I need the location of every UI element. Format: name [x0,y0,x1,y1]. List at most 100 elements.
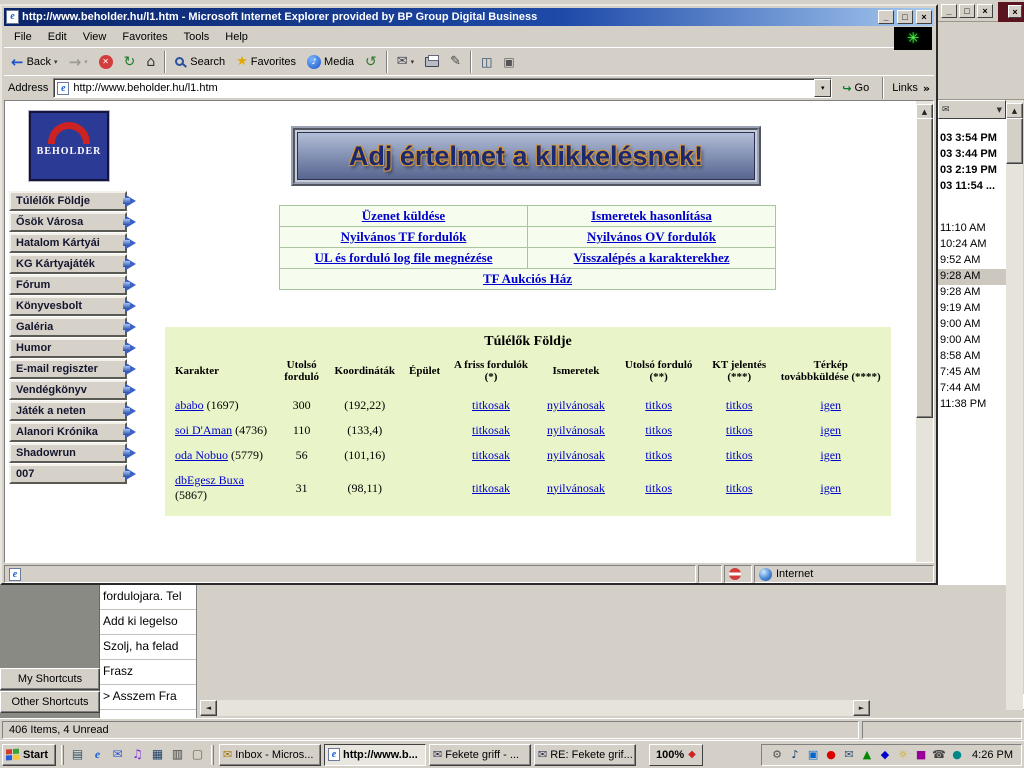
last-turn-link[interactable]: titkos [645,398,672,412]
map-forward-link[interactable]: igen [820,398,841,412]
history-button[interactable]: ↺ [360,52,382,72]
mail-row-time[interactable]: 11:38 PM [938,397,1006,413]
mail-close-button[interactable]: × [977,4,993,18]
menu-file[interactable]: File [6,29,40,45]
sidebar-item-hatalom-kartyai[interactable]: Hatalom Kártyái [9,233,127,253]
media-player-icon[interactable]: ♫ [129,746,146,763]
last-turn-link[interactable]: titkos [645,423,672,437]
sidebar-item-alanori-kronika[interactable]: Alanori Krónika [9,422,127,442]
minimize-button[interactable]: _ [878,10,894,24]
beholder-logo[interactable]: BEHOLDER [29,111,109,181]
outlook-quicklaunch-icon[interactable]: ✉ [109,746,126,763]
menu-tools[interactable]: Tools [176,29,218,45]
go-button[interactable]: ↪ Go [837,80,874,97]
knowledge-link[interactable]: nyilvánosak [547,481,605,495]
settings-tray-icon[interactable]: ⚙ [770,748,784,762]
mail-row-time[interactable]: 7:44 AM [938,381,1006,397]
sidebar-item-forum[interactable]: Fórum [9,275,127,295]
print-button[interactable] [420,55,444,69]
display-tray-icon[interactable]: ■ [914,748,928,762]
sidebar-item-osok-varosa[interactable]: Ősök Városa [9,212,127,232]
map-forward-link[interactable]: igen [820,423,841,437]
mail-row-time-selected[interactable]: 9:28 AM [938,269,1006,285]
link-ismeretek-hasonlitasa[interactable]: Ismeretek hasonlítása [591,208,712,223]
task-inbox[interactable]: ✉ Inbox - Micros... [219,744,321,766]
volume-tray-icon[interactable]: ♪ [788,748,802,762]
character-link[interactable]: ababo [175,398,204,412]
mail-row-time[interactable]: 03 11:54 ... [938,179,1006,195]
sidebar-item-konyvesbolt[interactable]: Könyvesbolt [9,296,127,316]
mail-row-time[interactable]: 7:45 AM [938,365,1006,381]
map-forward-link[interactable]: igen [820,481,841,495]
links-label[interactable]: Links [892,82,918,94]
sidebar-item-galeria[interactable]: Galéria [9,317,127,337]
mail-row-time[interactable]: 9:00 AM [938,333,1006,349]
sidebar-item-email-regiszter[interactable]: E-mail regiszter [9,359,127,379]
character-link[interactable]: oda Nobuo [175,448,228,462]
last-turn-link[interactable]: titkos [645,448,672,462]
mail-minimize-button[interactable]: _ [941,4,957,18]
link-log-file-megnezese[interactable]: UL és forduló log file megnézése [315,250,493,265]
sidebar-item-shadowrun[interactable]: Shadowrun [9,443,127,463]
mail-column-header[interactable]: ✉ ▼ [938,100,1006,119]
show-desktop-icon[interactable]: ▤ [69,746,86,763]
messenger-tray-icon[interactable]: ● [950,748,964,762]
menu-help[interactable]: Help [217,29,256,45]
fresh-link[interactable]: titkosak [472,481,510,495]
mail-maximize-button[interactable]: □ [959,4,975,18]
update-tray-icon[interactable]: ◆ [878,748,892,762]
fresh-link[interactable]: titkosak [472,398,510,412]
sidebar-item-jatek-a-neten[interactable]: Játék a neten [9,401,127,421]
start-button[interactable]: Start [2,744,56,766]
mail-button[interactable]: ✉ ▾ [392,52,419,71]
address-dropdown-icon[interactable]: ▾ [814,79,831,97]
favorites-button[interactable]: ★ Favorites [231,52,301,71]
forward-dropdown-icon[interactable]: ▾ [84,58,88,66]
mail-tray-icon[interactable]: ✉ [842,748,856,762]
mail-row-time[interactable]: 9:00 AM [938,317,1006,333]
kt-report-link[interactable]: titkos [726,448,753,462]
knowledge-link[interactable]: nyilvánosak [547,448,605,462]
mail-row-time[interactable]: 11:10 AM [938,221,1006,237]
sidebar-item-vendegkonyv[interactable]: Vendégkönyv [9,380,127,400]
mail-row-time[interactable]: 03 3:44 PM [938,147,1006,163]
knowledge-link[interactable]: nyilvánosak [547,398,605,412]
ie-titlebar[interactable]: e http://www.beholder.hu/l1.htm - Micros… [4,8,934,26]
kt-report-link[interactable]: titkos [726,481,753,495]
sidebar-item-tulelok-foldje[interactable]: Túlélők Földje [9,191,127,211]
edit-button[interactable]: ✎ [445,52,466,71]
search-button[interactable]: Search [170,54,230,70]
mail-message-list[interactable]: 03 3:54 PM 03 3:44 PM 03 2:19 PM 03 11:5… [938,119,1006,585]
ad-banner[interactable]: Adj értelmet a klikkelésnek! [291,126,761,186]
mail-row-time[interactable]: 10:24 AM [938,237,1006,253]
link-nyilvanos-ov-fordulok[interactable]: Nyilvános OV fordulók [587,229,716,244]
links-chevron-icon[interactable]: » [923,82,930,95]
scroll-down-icon[interactable]: ▼ [933,546,934,562]
task-re-fekete-griff[interactable]: ✉ RE: Fekete grif... [534,744,636,766]
refresh-button[interactable]: ↻ [119,52,141,72]
battery-meter[interactable]: 100% ◆ [649,744,703,766]
scroll-right-icon[interactable]: ► [853,700,870,716]
power-tray-icon[interactable]: ☼ [896,748,910,762]
ie-quicklaunch-icon[interactable]: e [89,746,106,763]
discuss-button[interactable]: ◫ [476,53,497,71]
last-turn-link[interactable]: titkos [645,481,672,495]
sidebar-item-kg-kartyajatek[interactable]: KG Kártyajáték [9,254,127,274]
mail-vertical-scrollbar[interactable]: ▲ ▼ [1006,100,1023,710]
task-fekete-griff[interactable]: ✉ Fekete griff - ... [429,744,531,766]
menu-edit[interactable]: Edit [40,29,75,45]
scroll-left-icon[interactable]: ◄ [200,700,217,716]
mail-dropdown-icon[interactable]: ▾ [411,58,415,66]
antivirus-tray-icon[interactable]: ▲ [860,748,874,762]
media-button[interactable]: ♪ Media [302,53,359,71]
maximize-button[interactable]: □ [897,10,913,24]
kt-report-link[interactable]: titkos [726,423,753,437]
kt-report-link[interactable]: titkos [726,398,753,412]
printer-quicklaunch-icon[interactable]: ▥ [169,746,186,763]
mail-row-time[interactable]: 8:58 AM [938,349,1006,365]
home-button[interactable]: ⌂ [141,52,160,72]
link-visszalepes-karakterekhez[interactable]: Visszalépés a karakterekhez [574,250,730,265]
my-shortcuts-button[interactable]: My Shortcuts [0,668,100,690]
map-forward-link[interactable]: igen [820,448,841,462]
knowledge-link[interactable]: nyilvánosak [547,423,605,437]
